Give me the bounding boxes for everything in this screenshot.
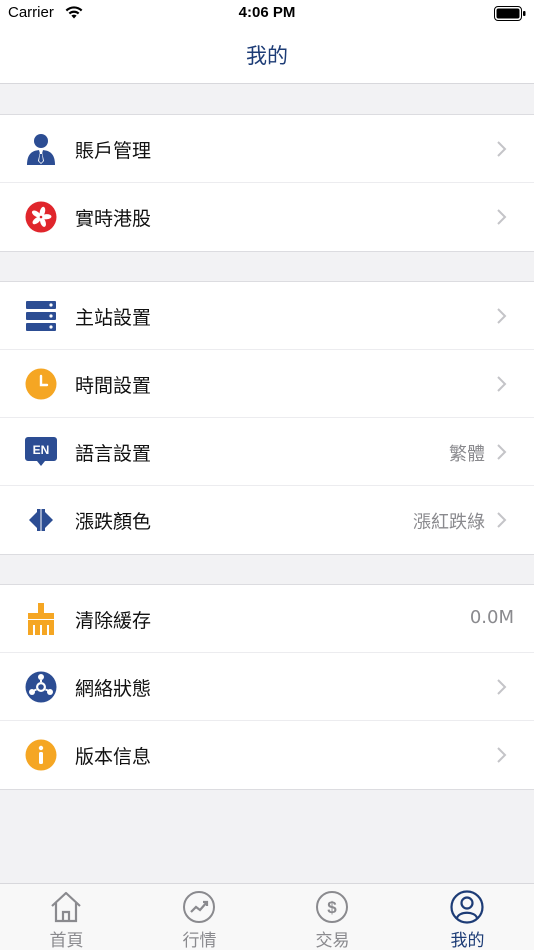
settings-group-preferences: 主站設置 時間設置 EN 語言設置 繁體 漲跌顏色 漲紅跌綠 bbox=[0, 281, 534, 555]
row-label: 版本信息 bbox=[75, 746, 152, 768]
tab-label: 行情 bbox=[182, 931, 217, 950]
tab-mine[interactable]: 我的 bbox=[401, 884, 534, 950]
dollar-icon: $ bbox=[316, 891, 348, 923]
status-bar: Carrier 4:06 PM bbox=[0, 0, 534, 28]
row-label: 主站設置 bbox=[75, 307, 152, 329]
up-down-arrows-icon bbox=[24, 503, 58, 537]
row-network-status[interactable]: 網絡狀態 bbox=[0, 653, 534, 721]
broom-icon bbox=[24, 602, 58, 636]
tab-trade[interactable]: $ 交易 bbox=[266, 884, 399, 950]
row-server-settings[interactable]: 主站設置 bbox=[0, 282, 534, 350]
settings-group-system: 清除緩存 0.0M 網絡狀態 版本信息 bbox=[0, 584, 534, 790]
row-label: 語言設置 bbox=[75, 443, 152, 465]
status-time: 4:06 PM bbox=[238, 4, 296, 21]
chevron-right-icon bbox=[497, 209, 507, 225]
hk-flag-icon bbox=[24, 200, 58, 234]
row-label: 清除緩存 bbox=[75, 610, 152, 632]
tab-market[interactable]: 行情 bbox=[133, 884, 266, 950]
row-label: 時間設置 bbox=[75, 375, 152, 397]
clock-icon bbox=[24, 367, 58, 401]
chevron-right-icon bbox=[497, 141, 507, 157]
tab-label: 首頁 bbox=[49, 931, 84, 950]
info-icon bbox=[24, 738, 58, 772]
row-label: 賬戶管理 bbox=[75, 140, 152, 162]
chevron-right-icon bbox=[497, 679, 507, 695]
chevron-right-icon bbox=[497, 444, 507, 460]
page-title: 我的 bbox=[246, 44, 288, 68]
row-clear-cache[interactable]: 清除緩存 0.0M bbox=[0, 585, 534, 653]
row-label: 網絡狀態 bbox=[75, 678, 152, 700]
home-icon bbox=[51, 891, 81, 923]
svg-text:$: $ bbox=[327, 898, 337, 917]
chevron-right-icon bbox=[497, 308, 507, 324]
row-hk-realtime[interactable]: 實時港股 bbox=[0, 183, 534, 251]
row-account-management[interactable]: 賬戶管理 bbox=[0, 115, 534, 183]
row-version-info[interactable]: 版本信息 bbox=[0, 721, 534, 789]
profile-icon bbox=[450, 890, 484, 924]
tab-label: 我的 bbox=[450, 931, 485, 950]
tab-bar: 首頁 行情 $ 交易 我的 bbox=[0, 883, 534, 950]
row-label: 實時港股 bbox=[75, 208, 152, 230]
row-language-settings[interactable]: EN 語言設置 繁體 bbox=[0, 418, 534, 486]
language-en-icon: EN bbox=[24, 435, 58, 469]
tab-label: 交易 bbox=[315, 931, 350, 950]
battery-icon bbox=[494, 6, 526, 25]
tab-home[interactable]: 首頁 bbox=[0, 884, 133, 950]
row-time-settings[interactable]: 時間設置 bbox=[0, 350, 534, 418]
language-value: 繁體 bbox=[449, 444, 485, 465]
cache-size-value: 0.0M bbox=[469, 607, 514, 628]
user-tie-icon bbox=[24, 132, 58, 166]
row-label: 漲跌顏色 bbox=[75, 511, 152, 533]
chevron-right-icon bbox=[497, 376, 507, 392]
color-scheme-value: 漲紅跌綠 bbox=[413, 512, 485, 533]
settings-group-account: 賬戶管理 實時港股 bbox=[0, 114, 534, 252]
chevron-right-icon bbox=[497, 512, 507, 528]
network-icon bbox=[24, 670, 58, 704]
nav-bar: 我的 bbox=[0, 28, 534, 84]
row-color-settings[interactable]: 漲跌顏色 漲紅跌綠 bbox=[0, 486, 534, 554]
svg-text:EN: EN bbox=[33, 443, 50, 457]
market-trend-icon bbox=[183, 891, 215, 923]
chevron-right-icon bbox=[497, 747, 507, 763]
server-icon bbox=[24, 299, 58, 333]
